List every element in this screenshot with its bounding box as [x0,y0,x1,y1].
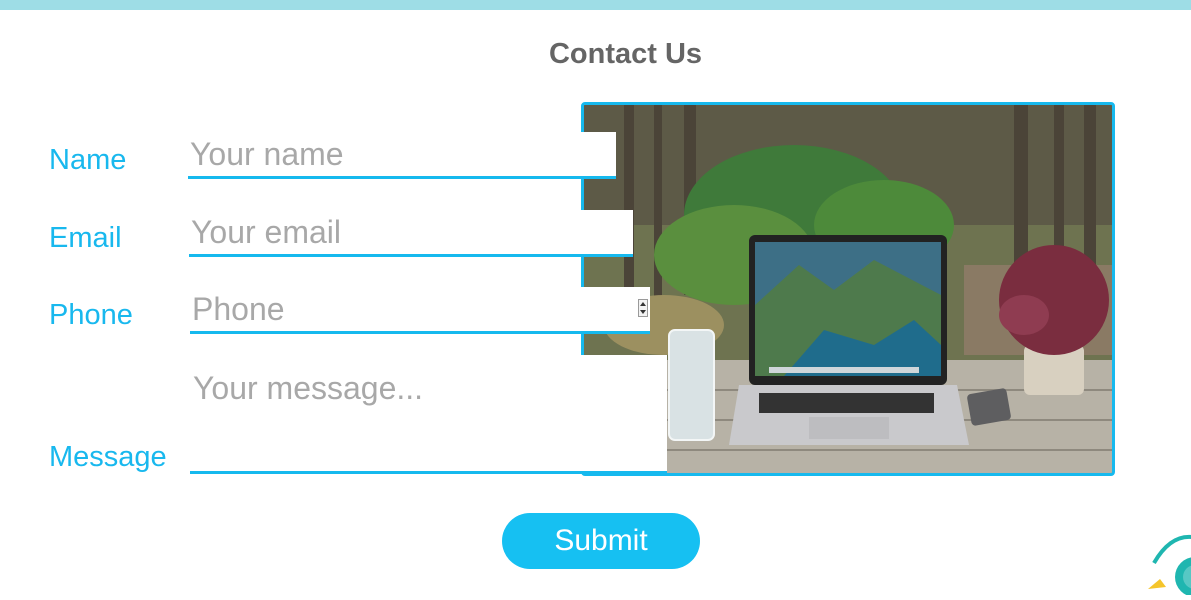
phone-field[interactable] [190,287,650,334]
top-accent-bar [0,0,1191,10]
phone-label: Phone [49,299,133,331]
name-label: Name [49,144,127,176]
email-input[interactable] [189,210,633,257]
message-label: Message [49,441,167,473]
message-placeholder: Your message... [193,370,424,406]
name-input[interactable] [188,132,616,179]
submit-button[interactable]: Submit [502,513,700,569]
we-are-online-badge-icon[interactable] [1140,525,1191,597]
number-stepper-icon[interactable] [638,299,648,317]
message-field[interactable]: Your message... [190,355,667,474]
email-label: Email [49,222,122,254]
phone-input[interactable] [190,287,650,334]
page-title: Contact Us [548,38,703,70]
